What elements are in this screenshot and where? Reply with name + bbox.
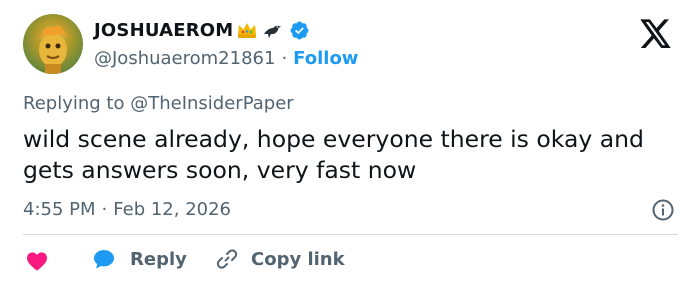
reply-button[interactable]: Reply <box>92 247 187 271</box>
x-logo-icon[interactable] <box>640 19 672 49</box>
info-icon[interactable] <box>651 198 675 222</box>
link-icon <box>216 249 238 269</box>
divider <box>23 234 678 235</box>
copy-link-label: Copy link <box>251 248 345 270</box>
reply-bubble-icon <box>94 250 114 269</box>
tweet-timestamp[interactable]: 4:55 PM · Feb 12, 2026 <box>23 199 231 220</box>
crow-icon <box>264 25 282 38</box>
follow-button[interactable]: Follow <box>293 48 358 69</box>
separator-dot: · <box>281 48 288 69</box>
reply-label: Reply <box>130 248 187 270</box>
reply-mention-link[interactable]: @TheInsiderPaper <box>130 93 293 114</box>
separator-dot: · <box>101 199 108 220</box>
tweet-text: wild scene already, hope everyone there … <box>23 125 644 184</box>
avatar[interactable] <box>23 14 83 74</box>
reply-context: Replying to @TheInsiderPaper <box>23 93 294 114</box>
crown-icon <box>238 23 257 38</box>
handle-row: @Joshuaerom21861 · Follow <box>94 48 358 69</box>
display-name-row: JOSHUAEROM <box>94 19 310 41</box>
tweet-date: Feb 12, 2026 <box>113 199 232 220</box>
user-handle[interactable]: @Joshuaerom21861 <box>94 48 275 69</box>
copy-link-button[interactable]: Copy link <box>215 247 345 271</box>
avatar-image <box>39 25 67 74</box>
display-name[interactable]: JOSHUAEROM <box>94 20 233 41</box>
like-heart-icon[interactable] <box>26 251 48 271</box>
verified-badge-icon <box>290 21 309 39</box>
reply-prefix: Replying to <box>23 93 125 114</box>
tweet-time: 4:55 PM <box>23 199 96 220</box>
